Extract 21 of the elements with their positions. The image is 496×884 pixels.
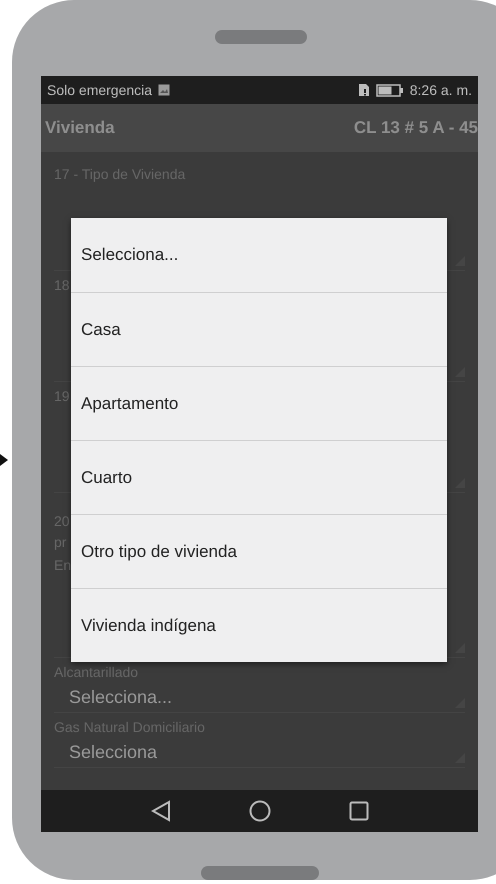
dialog-option[interactable]: Vivienda indígena bbox=[71, 588, 447, 662]
pointer-arrow-icon bbox=[0, 454, 8, 466]
back-icon[interactable] bbox=[150, 800, 170, 822]
dialog-option[interactable]: Otro tipo de vivienda bbox=[71, 514, 447, 588]
dialog-option[interactable]: Casa bbox=[71, 292, 447, 366]
sim-alert-icon bbox=[358, 83, 370, 97]
header-title: Vivienda bbox=[45, 118, 115, 138]
select-field[interactable]: Selecciona bbox=[54, 738, 465, 768]
dialog-option[interactable]: Selecciona... bbox=[71, 218, 447, 292]
select-field[interactable]: Selecciona... bbox=[54, 683, 465, 713]
battery-icon bbox=[376, 84, 404, 96]
dialog-option[interactable]: Cuarto bbox=[71, 440, 447, 514]
header-address: CL 13 # 5 A - 45 bbox=[354, 118, 478, 138]
field-value: Selecciona bbox=[69, 742, 158, 763]
dialog-option[interactable]: Apartamento bbox=[71, 366, 447, 440]
status-time: 8:26 a. m. bbox=[410, 82, 472, 98]
status-carrier: Solo emergencia bbox=[47, 82, 152, 98]
home-icon[interactable] bbox=[248, 800, 270, 822]
image-icon bbox=[158, 84, 170, 96]
recents-icon[interactable] bbox=[348, 801, 368, 821]
field-value: Selecciona... bbox=[69, 687, 172, 708]
